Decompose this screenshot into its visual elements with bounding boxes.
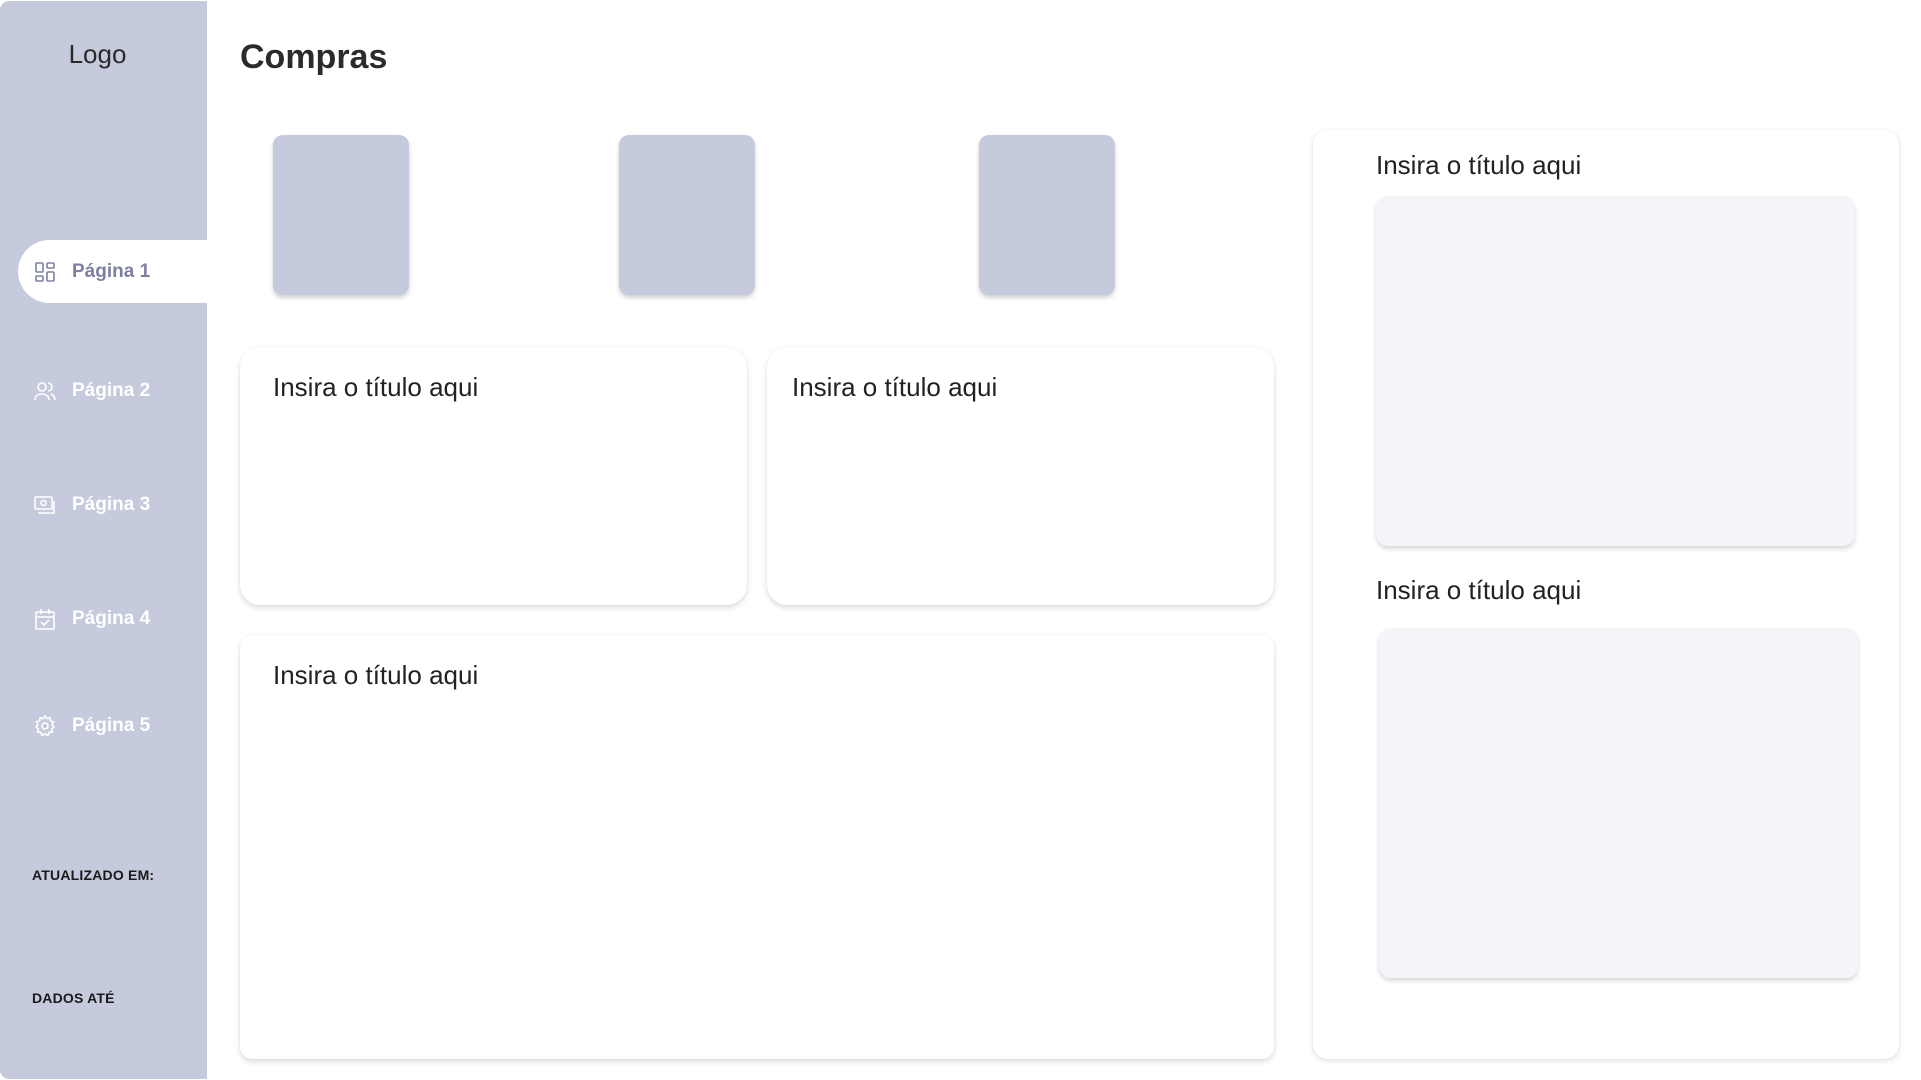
logo: Logo bbox=[68, 39, 127, 69]
page-title: Compras bbox=[240, 38, 388, 76]
panel-chart-2 bbox=[1379, 628, 1858, 978]
sidebar-item-pagina-2[interactable]: Página 2 bbox=[18, 359, 207, 422]
updated-at-label: ATUALIZADO EM: bbox=[32, 867, 155, 883]
dashboard-icon bbox=[32, 259, 58, 285]
panel-title: Insira o título aqui bbox=[1376, 150, 1582, 180]
gear-icon bbox=[32, 713, 58, 739]
card-title: Insira o título aqui bbox=[273, 372, 479, 402]
chart-card-3: Insira o título aqui bbox=[240, 635, 1274, 1059]
chart-card-1: Insira o título aqui bbox=[240, 347, 747, 605]
money-icon bbox=[32, 492, 58, 518]
sidebar-item-label: Página 1 bbox=[72, 260, 151, 282]
sidebar-item-label: Página 4 bbox=[72, 607, 151, 629]
sidebar-item-label: Página 3 bbox=[72, 493, 151, 515]
chart-card-2: Insira o título aqui bbox=[767, 347, 1274, 605]
sidebar-item-pagina-3[interactable]: Página 3 bbox=[18, 473, 207, 536]
users-icon bbox=[32, 378, 58, 404]
calendar-check-icon bbox=[32, 606, 58, 632]
kpi-card-1 bbox=[273, 135, 409, 295]
sidebar: Logo Página 1 Página 2 Página 3 Página 4… bbox=[0, 1, 207, 1079]
dashboard-page: Logo Página 1 Página 2 Página 3 Página 4… bbox=[0, 0, 1921, 1080]
data-until-label: DADOS ATÉ bbox=[32, 990, 115, 1006]
sidebar-item-pagina-4[interactable]: Página 4 bbox=[18, 587, 207, 650]
sidebar-item-pagina-1[interactable]: Página 1 bbox=[18, 240, 207, 303]
panel-title: Insira o título aqui bbox=[1376, 575, 1582, 605]
kpi-card-2 bbox=[619, 135, 755, 295]
kpi-card-3 bbox=[979, 135, 1115, 295]
sidebar-item-label: Página 5 bbox=[72, 714, 151, 736]
card-title: Insira o título aqui bbox=[792, 372, 998, 402]
sidebar-item-pagina-5[interactable]: Página 5 bbox=[18, 694, 207, 757]
card-title: Insira o título aqui bbox=[273, 660, 479, 690]
sidebar-item-label: Página 2 bbox=[72, 379, 151, 401]
right-panel: Insira o título aqui Insira o título aqu… bbox=[1313, 130, 1899, 1059]
panel-chart-1 bbox=[1376, 196, 1855, 546]
